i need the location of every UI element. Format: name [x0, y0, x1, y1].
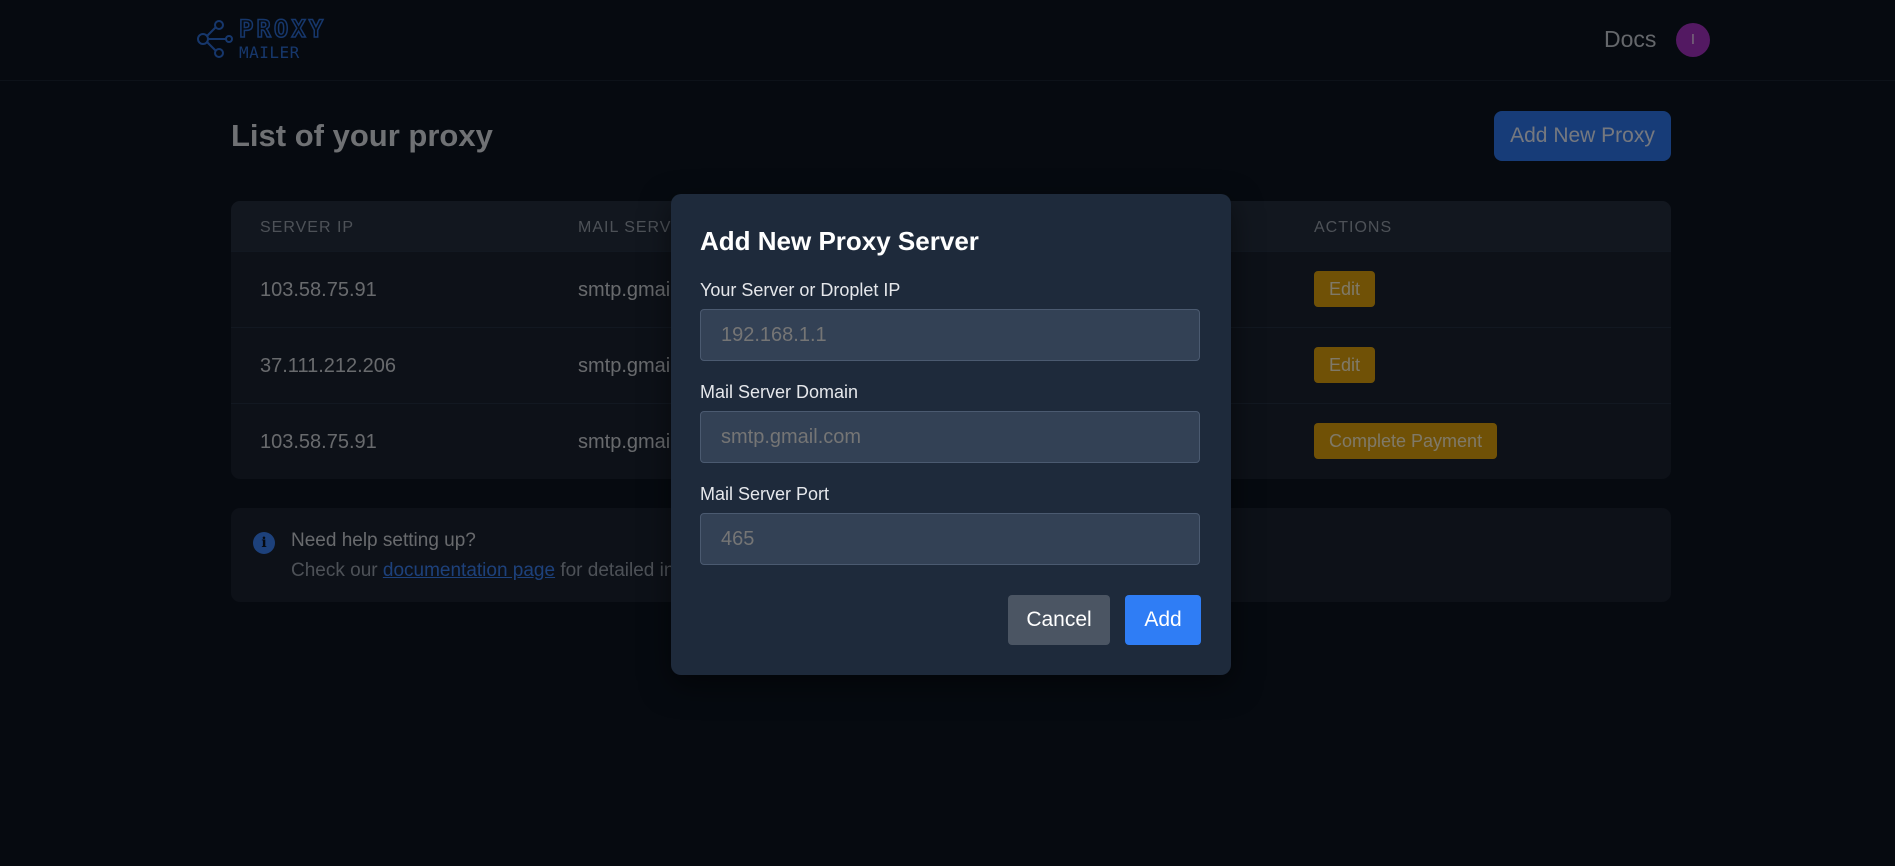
server-ip-label: Your Server or Droplet IP	[700, 280, 901, 300]
mail-domain-input[interactable]	[700, 411, 1200, 463]
mail-port-label: Mail Server Port	[700, 484, 830, 504]
mail-port-input[interactable]	[700, 513, 1200, 565]
add-button[interactable]: Add	[1125, 595, 1201, 645]
server-ip-input[interactable]	[700, 309, 1200, 361]
add-proxy-modal: Add New Proxy Server Your Server or Drop…	[671, 194, 1231, 675]
mail-domain-label: Mail Server Domain	[700, 382, 859, 402]
cancel-button[interactable]: Cancel	[1008, 595, 1110, 645]
modal-title: Add New Proxy Server	[700, 226, 979, 256]
